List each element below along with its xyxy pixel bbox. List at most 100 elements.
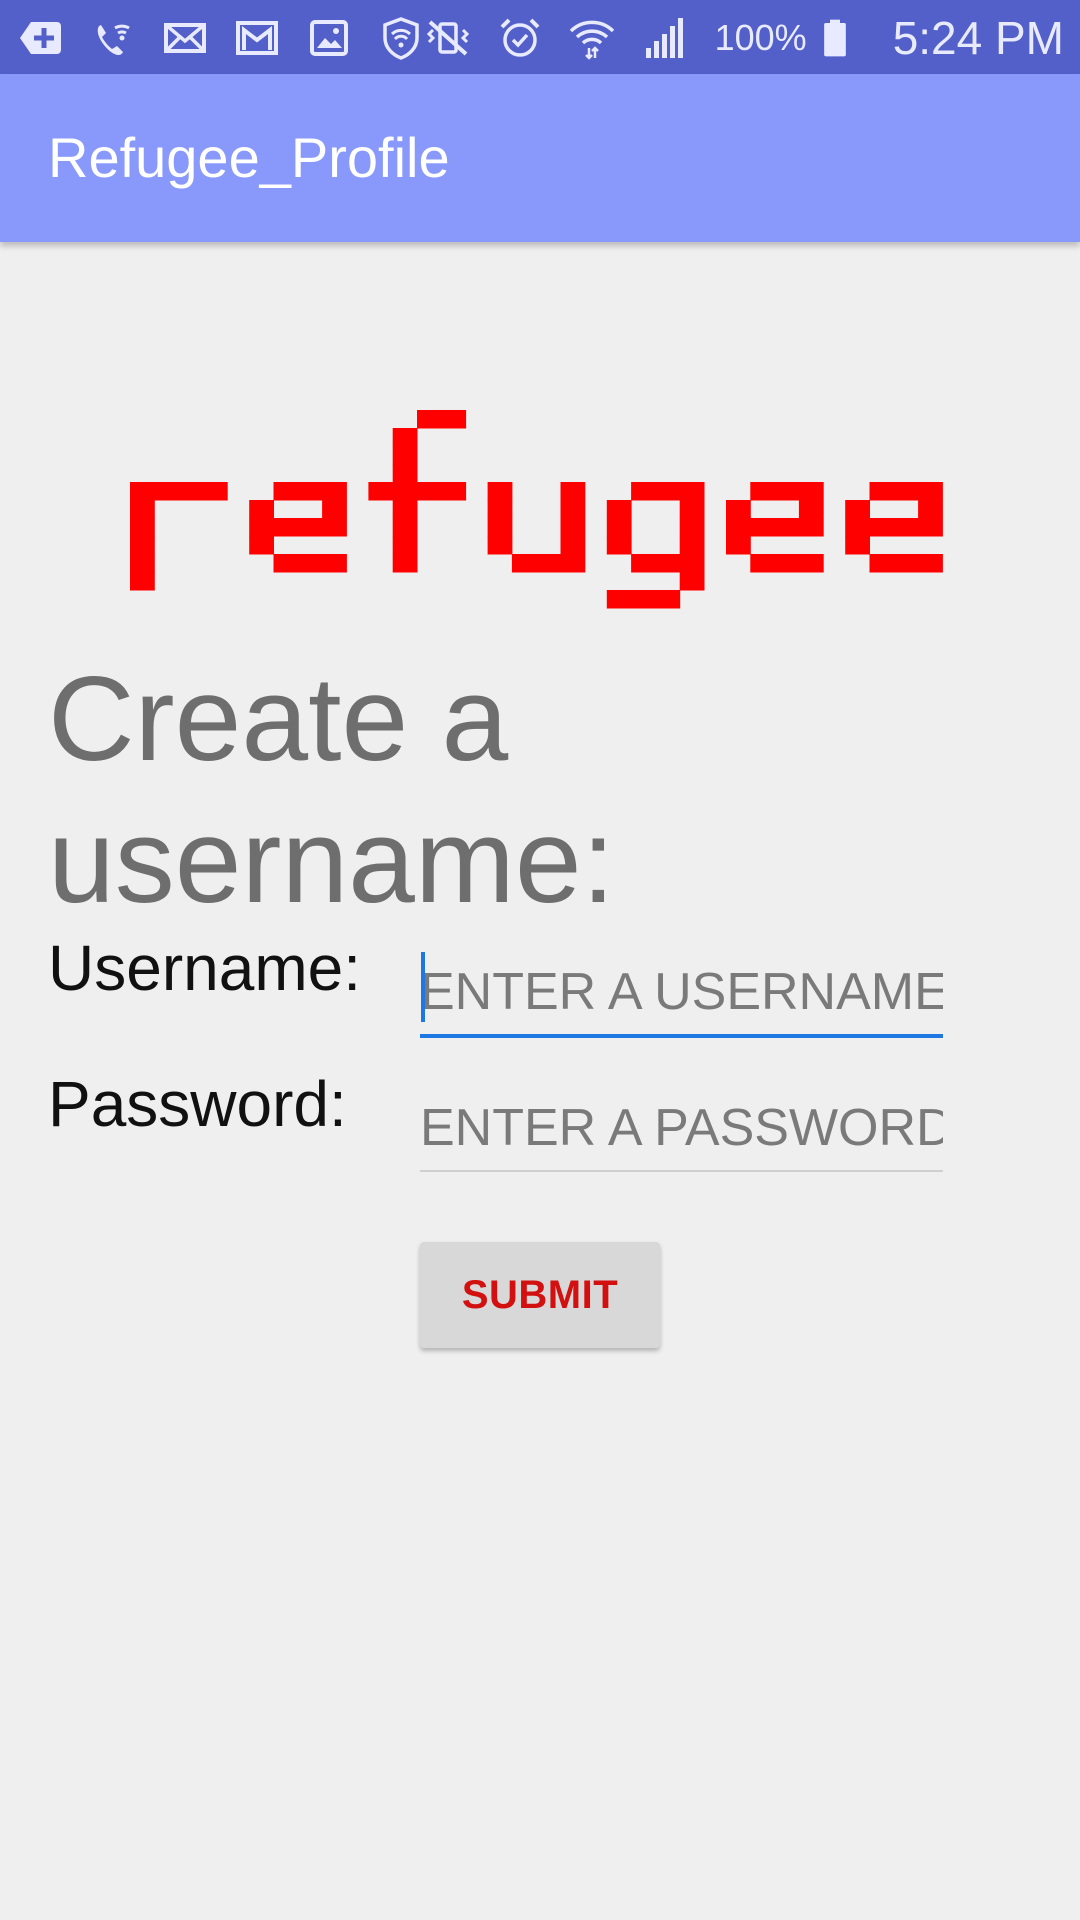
logo-pixel: [606, 518, 632, 537]
logo-pixel: [845, 500, 870, 519]
logo-pixel: [297, 518, 323, 537]
logo-pixel: [726, 500, 751, 519]
logo-pixel: [392, 518, 418, 537]
logo-pixel: [631, 590, 656, 609]
logo-pixel: [154, 482, 180, 501]
logo-pixel: [178, 482, 204, 501]
logo-pixel: [774, 554, 800, 573]
logo-pixel: [655, 554, 681, 573]
logo-pixel: [560, 518, 586, 537]
logo-pixel: [869, 554, 895, 573]
logo-pixel: [750, 482, 776, 501]
plus-box-icon: [14, 14, 68, 62]
logo-pixel: [392, 428, 418, 447]
logo-pixel: [392, 500, 418, 519]
vibrate-mute-icon: [421, 14, 475, 62]
logo-pixel: [392, 482, 418, 501]
system-icons: 100% 5:24 PM: [421, 10, 1064, 66]
text-cursor: [421, 952, 425, 1022]
logo-pixel: [560, 554, 586, 573]
battery-percent: 100%: [714, 17, 807, 58]
logo-pixel: [417, 410, 442, 429]
logo-pixel: [774, 518, 800, 537]
wifi-call-icon: [86, 14, 140, 62]
logo-pixel: [392, 536, 418, 555]
logo-pixel: [869, 518, 895, 537]
logo-pixel: [893, 554, 919, 573]
logo-pixel: [726, 518, 751, 537]
logo-pixel: [392, 554, 418, 573]
logo-pixel: [392, 446, 418, 465]
password-label: Password:: [48, 1068, 347, 1140]
logo-pixel: [249, 500, 274, 519]
logo-pixel: [918, 482, 943, 501]
logo-pixel: [130, 554, 155, 573]
logo-pixel: [487, 536, 513, 555]
logo-pixel: [798, 500, 824, 519]
logo-pixel: [130, 536, 155, 555]
logo-pixel: [417, 482, 442, 501]
logo-pixel: [774, 482, 800, 501]
app-title: Refugee_Profile: [48, 126, 450, 189]
logo-pixel: [441, 410, 467, 429]
logo-pixel: [845, 536, 870, 555]
logo-pixel: [893, 518, 919, 537]
logo-pixel: [560, 482, 586, 501]
logo-pixel: [130, 500, 155, 519]
logo-pixel: [679, 482, 705, 501]
username-input[interactable]: [420, 950, 943, 1038]
logo-pixel: [918, 518, 943, 537]
logo-pixel: [130, 572, 155, 591]
logo-pixel: [631, 554, 656, 573]
logo-pixel: [249, 518, 274, 537]
logo-pixel: [560, 536, 586, 555]
logo-pixel: [536, 554, 561, 573]
logo-pixel: [631, 482, 656, 501]
logo-pixel: [798, 482, 824, 501]
notification-icons: [14, 12, 446, 64]
logo-pixel: [679, 500, 705, 519]
logo-pixel: [487, 518, 513, 537]
logo-pixel: [606, 590, 632, 609]
logo-pixel: [487, 500, 513, 519]
password-input[interactable]: [420, 1086, 943, 1172]
logo-pixel: [845, 518, 870, 537]
logo-pixel: [130, 482, 155, 501]
logo-pixel: [893, 482, 919, 501]
gallery-icon: [302, 14, 356, 62]
status-bar: 100% 5:24 PM: [0, 0, 1080, 74]
logo-pixel: [441, 482, 467, 501]
logo-pixel: [918, 500, 943, 519]
gmail-icon: [230, 14, 284, 62]
logo-pixel: [655, 590, 681, 609]
logo-pixel: [322, 500, 347, 519]
logo-pixel: [322, 518, 347, 537]
logo-pixel: [679, 536, 705, 555]
logo-pixel: [130, 518, 155, 537]
logo-pixel: [750, 554, 776, 573]
logo-pixel: [606, 536, 632, 555]
logo-pixel: [273, 554, 299, 573]
logo-pixel: [322, 482, 347, 501]
logo-pixel: [368, 482, 394, 501]
logo-pixel: [273, 518, 299, 537]
logo-pixel: [249, 536, 274, 555]
logo-pixel: [202, 482, 228, 501]
logo-pixel: [392, 464, 418, 483]
app-bar: Refugee_Profile: [0, 74, 1080, 242]
logo-pixel: [679, 554, 705, 573]
logo-pixel: [487, 482, 513, 501]
logo-pixel: [750, 518, 776, 537]
submit-button[interactable]: SUBMIT: [420, 1242, 660, 1348]
logo-pixel: [560, 500, 586, 519]
logo-pixel: [918, 554, 943, 573]
wifi-icon: [565, 14, 619, 62]
logo-pixel: [798, 554, 824, 573]
logo-pixel: [679, 572, 705, 591]
logo-pixel: [511, 554, 537, 573]
logo-pixel: [322, 554, 347, 573]
refugee-logo: [130, 410, 943, 609]
username-label: Username:: [48, 932, 361, 1004]
logo-pixel: [606, 500, 632, 519]
cell-signal-icon: [637, 14, 691, 62]
